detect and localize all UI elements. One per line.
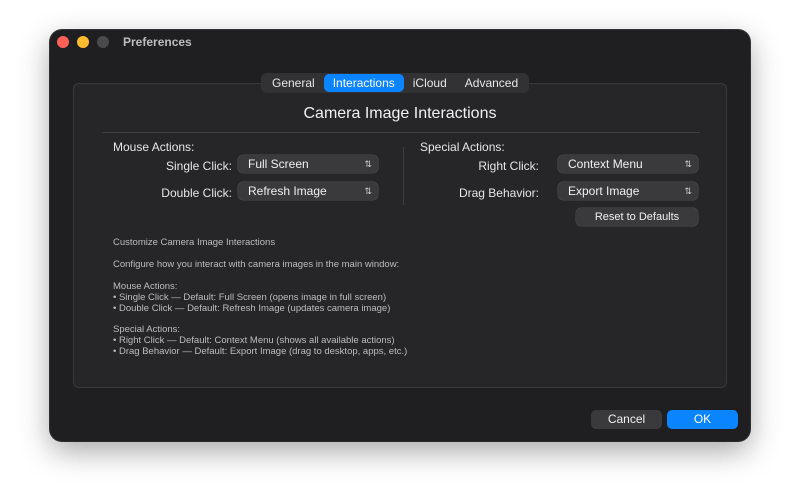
minimize-window-button[interactable] <box>77 36 89 48</box>
window-title: Preferences <box>123 35 192 49</box>
interactions-panel: Camera Image Interactions Mouse Actions:… <box>73 83 727 388</box>
mouse-actions-label: Mouse Actions: <box>113 140 195 154</box>
chevron-updown-icon: ⇅ <box>364 159 372 169</box>
cancel-button[interactable]: Cancel <box>591 410 662 429</box>
description-line: • Drag Behavior — Default: Export Image … <box>113 346 408 357</box>
chevron-updown-icon: ⇅ <box>364 186 372 196</box>
chevron-updown-icon: ⇅ <box>684 186 692 196</box>
tab-bar: General Interactions iCloud Advanced <box>261 73 530 93</box>
drag-behavior-select[interactable]: Export Image ⇅ <box>558 182 698 200</box>
reset-to-defaults-button[interactable]: Reset to Defaults <box>576 208 698 226</box>
tab-advanced[interactable]: Advanced <box>456 74 527 92</box>
drag-behavior-label: Drag Behavior: <box>458 186 539 200</box>
description-line: • Single Click — Default: Full Screen (o… <box>113 292 387 303</box>
tab-icloud[interactable]: iCloud <box>404 74 456 92</box>
description-line: • Right Click — Default: Context Menu (s… <box>113 335 395 346</box>
description-title: Customize Camera Image Interactions <box>113 237 276 248</box>
double-click-value: Refresh Image <box>248 184 327 198</box>
right-click-value: Context Menu <box>568 157 643 171</box>
title-bar: Preferences <box>50 30 750 56</box>
description-line: • Double Click — Default: Refresh Image … <box>113 303 391 314</box>
panel-heading: Camera Image Interactions <box>303 105 497 122</box>
special-actions-label: Special Actions: <box>420 140 505 154</box>
description-mouse-header: Mouse Actions: <box>113 281 178 292</box>
single-click-select[interactable]: Full Screen ⇅ <box>238 155 378 173</box>
divider <box>102 132 700 133</box>
double-click-select[interactable]: Refresh Image ⇅ <box>238 182 378 200</box>
right-click-select[interactable]: Context Menu ⇅ <box>558 155 698 173</box>
tab-interactions[interactable]: Interactions <box>323 74 404 92</box>
single-click-label: Single Click: <box>165 159 232 173</box>
double-click-label: Double Click: <box>161 186 232 200</box>
zoom-window-button[interactable] <box>97 36 109 48</box>
tab-general[interactable]: General <box>263 74 324 92</box>
description-intro: Configure how you interact with camera i… <box>113 259 400 270</box>
chevron-updown-icon: ⇅ <box>684 159 692 169</box>
drag-behavior-value: Export Image <box>568 184 640 198</box>
single-click-value: Full Screen <box>248 157 309 171</box>
description-special-header: Special Actions: <box>113 324 181 335</box>
close-window-button[interactable] <box>57 36 69 48</box>
right-click-label: Right Click: <box>478 159 539 173</box>
preferences-window: Preferences Camera Image Interactions Mo… <box>50 30 750 441</box>
ok-button[interactable]: OK <box>667 410 738 429</box>
